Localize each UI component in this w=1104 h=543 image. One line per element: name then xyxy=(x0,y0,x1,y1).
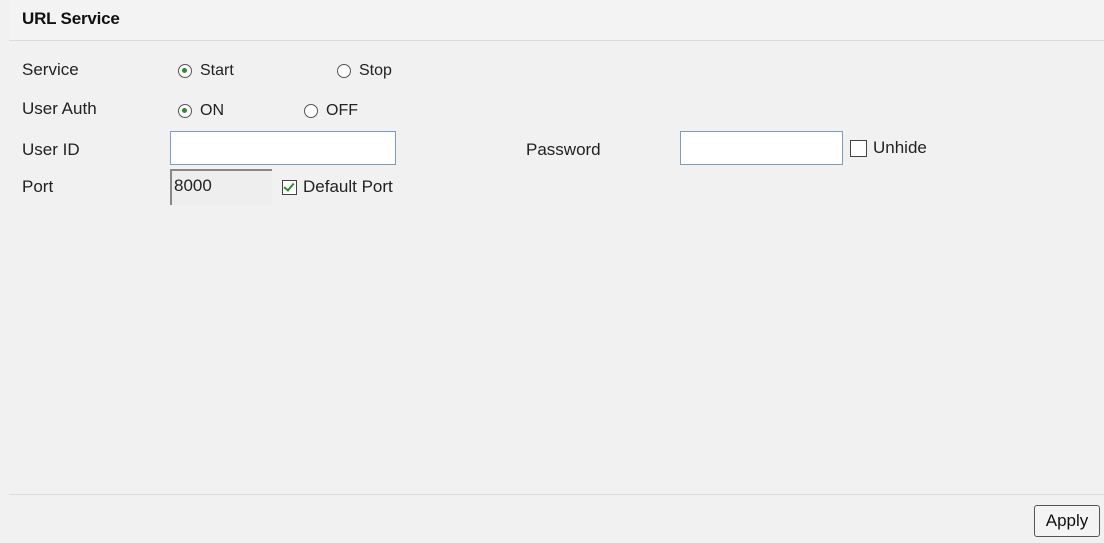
service-stop-radio[interactable]: Stop xyxy=(337,62,392,80)
port-input[interactable]: 8000 xyxy=(170,169,272,205)
user-auth-on-radio[interactable]: ON xyxy=(178,102,224,120)
radio-unchecked-icon xyxy=(337,64,351,78)
service-label: Service xyxy=(22,60,79,79)
radio-checked-icon xyxy=(178,64,192,78)
radio-checked-icon xyxy=(178,104,192,118)
checkbox-unchecked-icon xyxy=(850,139,867,157)
user-id-label: User ID xyxy=(22,140,80,159)
default-port-checkbox[interactable]: Default Port xyxy=(282,177,393,197)
url-service-panel: URL Service Service Start Stop User Auth… xyxy=(0,0,1104,543)
panel-header: URL Service xyxy=(9,0,1104,41)
page-title: URL Service xyxy=(22,9,120,28)
user-id-input[interactable] xyxy=(170,131,396,165)
port-value: 8000 xyxy=(174,176,212,195)
default-port-label: Default Port xyxy=(303,177,393,196)
checkbox-checked-icon xyxy=(282,179,297,195)
password-label: Password xyxy=(526,140,601,159)
user-auth-on-label: ON xyxy=(200,102,224,119)
user-auth-off-label: OFF xyxy=(326,102,358,119)
footer-divider xyxy=(9,494,1104,495)
port-label: Port xyxy=(22,177,54,196)
user-auth-off-radio[interactable]: OFF xyxy=(304,102,358,120)
radio-unchecked-icon xyxy=(304,104,318,118)
unhide-label: Unhide xyxy=(873,138,927,157)
service-start-radio[interactable]: Start xyxy=(178,62,234,80)
service-start-label: Start xyxy=(200,62,234,79)
user-auth-label: User Auth xyxy=(22,99,97,118)
password-input[interactable] xyxy=(680,131,843,165)
apply-button[interactable]: Apply xyxy=(1034,505,1100,537)
service-stop-label: Stop xyxy=(359,62,392,79)
unhide-checkbox[interactable]: Unhide xyxy=(850,138,927,158)
